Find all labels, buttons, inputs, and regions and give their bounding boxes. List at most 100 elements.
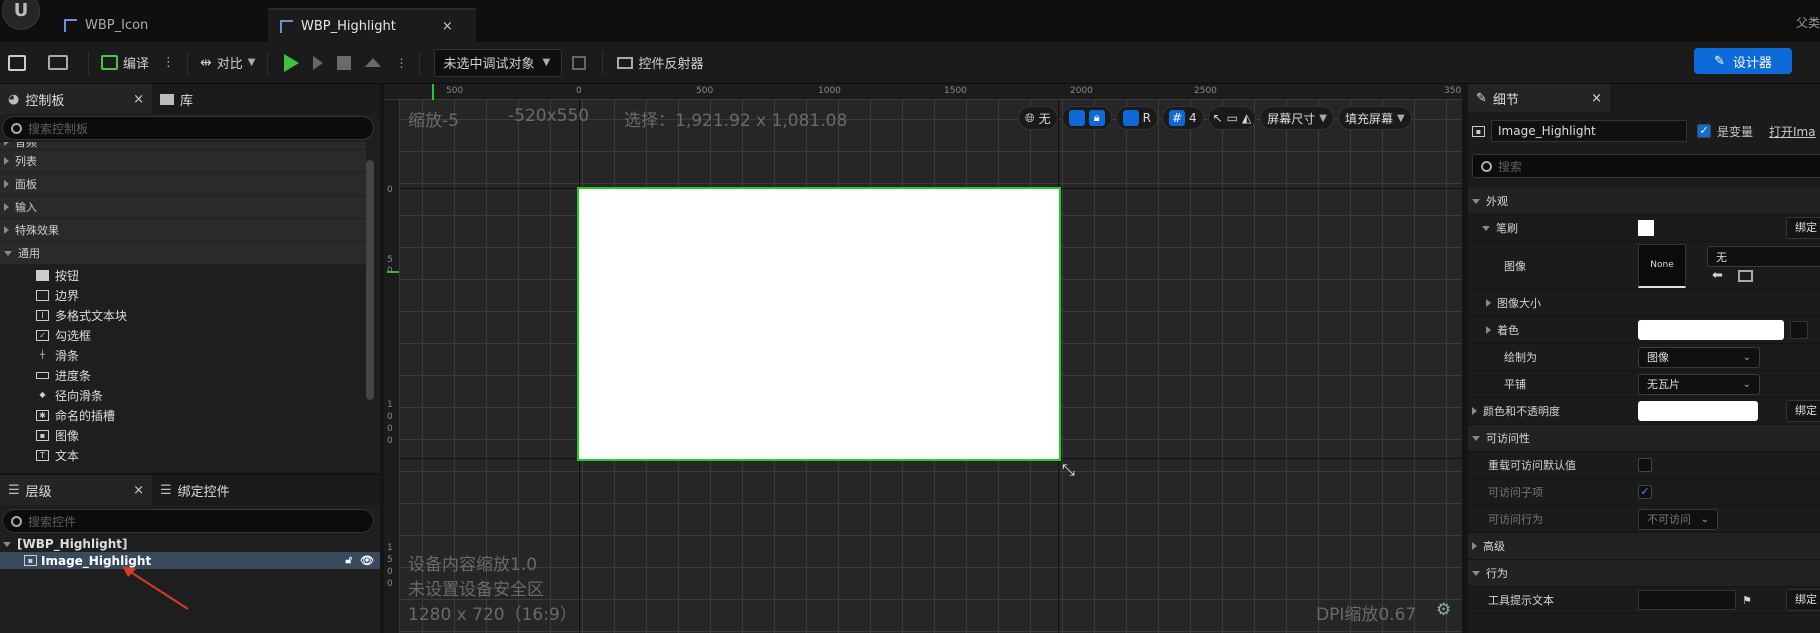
widget-item-progress-bar[interactable]: 进度条 [0,365,366,385]
override-access-checkbox[interactable] [1638,458,1652,472]
hierarchy-tab-label: 层级 [25,484,52,500]
debug-target-label: 未选中调试对象 [443,57,535,72]
widget-item-slider[interactable]: ┼ 滑条 [0,345,366,365]
color-opacity-swatch[interactable] [1638,401,1758,421]
compile-options-icon[interactable]: ⋮ [162,55,175,70]
unreal-logo-icon[interactable]: U [2,0,40,30]
image-thumbnail[interactable]: None [1638,243,1686,288]
section-accessibility[interactable]: 可访问性 [1468,425,1820,452]
section-advanced[interactable]: 高级 [1468,533,1820,560]
hierarchy-search-input[interactable]: 搜索控件 [2,509,374,533]
close-tab-icon[interactable]: × [442,19,453,34]
widget-item-button[interactable]: 按钮 [0,265,366,285]
play-options-icon[interactable]: ⋮ [395,56,407,70]
palette-scrollbar[interactable] [366,160,374,400]
tooltip-text-input[interactable] [1638,590,1736,610]
designer-pencil-icon: ✎ [1714,53,1725,69]
access-children-checkbox[interactable]: ✓ [1638,485,1652,499]
open-image-link[interactable]: 打开Ima [1769,123,1816,140]
image-highlight-widget[interactable] [577,187,1061,461]
category-list[interactable]: 列表 [0,150,366,173]
cursor-coords-label: -520x550 [508,106,590,126]
search-placeholder: 搜索控制板 [28,121,89,136]
close-icon[interactable]: × [133,483,144,498]
draw-as-dropdown[interactable]: 图像 ⌄ [1638,346,1760,368]
tiling-dropdown[interactable]: 无瓦片 ⌄ [1638,373,1760,395]
screen-size-dropdown[interactable]: 屏幕尺寸 ▼ [1260,106,1334,130]
localization-preview-button[interactable]: 🌐︎ 无 [1018,106,1058,130]
debug-target-dropdown[interactable]: 未选中调试对象 ▼ [434,48,563,77]
palette-search-input[interactable]: 搜索控制板 [2,116,374,140]
pencil-icon: ✎ [1476,90,1487,106]
draw-as-label: 绘制为 [1504,351,1537,364]
diff-button[interactable]: ⇹ 对比 ▼ [200,53,255,73]
category-audio[interactable]: 音频 [0,142,366,150]
browse-asset-icon[interactable] [1738,270,1753,282]
dpi-settings-gear-icon[interactable]: ⚙ [1436,600,1451,620]
device-scale-label: 设备内容缩放1.0 [408,555,538,575]
tab-details[interactable]: ✎ 细节 × [1468,84,1610,112]
access-behavior-dropdown[interactable]: 不可访问 ⌄ [1638,508,1718,530]
is-variable-label: 是变量 [1717,124,1754,139]
section-behavior[interactable]: 行为 [1468,560,1820,587]
widget-item-rich-text[interactable]: I 多格式文本块 [0,305,366,325]
tint-color-swatch[interactable] [1638,320,1784,340]
browse-folder-icon[interactable] [48,55,68,70]
widget-item-border[interactable]: 边界 [0,285,366,305]
widget-item-radial-slider[interactable]: ◆ 径向滑条 [0,385,366,405]
tab-wbp-icon[interactable]: WBP_Icon [52,8,160,42]
play-icon[interactable] [284,53,300,72]
resize-handle-icon[interactable]: ⤡ [1062,460,1075,480]
tab-library[interactable]: 库 [152,84,201,114]
grid-snap-toggle[interactable]: #4 [1161,106,1204,130]
preview-options[interactable]: ↖ ▭ ◭ [1207,106,1257,130]
category-special-effects[interactable]: 特殊效果 [0,219,366,242]
eject-icon[interactable] [365,58,382,67]
image-size-label: 图像大小 [1497,297,1541,310]
tint-alpha-swatch[interactable] [1790,321,1808,339]
save-icon[interactable] [8,54,26,71]
lock-icon[interactable]: 🔓︎ [346,555,352,566]
widget-item-image[interactable]: ▪ 图像 [0,425,366,445]
section-appearance[interactable]: 外观 [1468,188,1820,215]
category-common[interactable]: 通用 [0,242,366,265]
use-selected-asset-icon[interactable]: ⬅ [1712,268,1723,283]
respect-locks-toggle[interactable]: 🔒︎ [1061,106,1112,130]
designer-mode-button[interactable]: ✎ 设计器 [1694,48,1792,74]
debug-select-icon[interactable] [572,55,587,70]
step-icon[interactable] [313,55,324,70]
compile-button[interactable]: 编译 ⋮ [101,53,175,72]
image-icon: ▪ [1472,125,1485,137]
stop-icon[interactable] [337,55,352,70]
close-icon[interactable]: × [133,92,144,107]
image-icon: ▪ [36,429,49,441]
bind-color-button[interactable]: 绑定 [1786,400,1820,422]
search-icon [1481,160,1492,172]
close-icon[interactable]: × [1591,91,1602,106]
flag-icon[interactable]: ⚑ [1742,594,1752,607]
category-panel[interactable]: 面板 [0,173,366,196]
widget-reflector-button[interactable]: 控件反射器 [617,53,703,72]
tab-bind-widgets[interactable]: ☰ 绑定控件 [152,475,238,505]
category-input[interactable]: 输入 [0,196,366,219]
tab-wbp-highlight[interactable]: WBP_Highlight × [268,8,476,42]
render-transform-toggle[interactable]: R [1115,106,1158,130]
widget-item-text[interactable]: T 文本 [0,445,366,465]
widget-item-named-slot[interactable]: ✱ 命名的插槽 [0,405,366,425]
widget-name-input[interactable]: Image_Highlight [1491,120,1687,142]
brush-color-swatch[interactable] [1638,220,1654,236]
details-search-input[interactable]: 搜索 [1472,154,1820,178]
image-asset-picker[interactable]: 无 [1707,246,1820,267]
designer-canvas[interactable]: 500 0 500 1000 1500 2000 2500 350 0 5 0 … [384,84,1462,633]
tab-hierarchy[interactable]: ☰ 层级 × [0,475,152,505]
bind-brush-button[interactable]: 绑定 [1786,217,1820,239]
hierarchy-root-row[interactable]: [WBP_Highlight] [0,536,380,552]
fill-screen-dropdown[interactable]: 填充屏幕 ▼ [1337,106,1412,130]
tab-palette[interactable]: ◕ 控制板 × [0,84,152,114]
bind-tooltip-button[interactable]: 绑定 [1786,589,1820,611]
eye-icon[interactable]: 👁︎ [360,554,374,567]
cursor-icon: ↖ [1212,111,1223,125]
is-variable-checkbox[interactable]: ✓ [1697,124,1711,138]
chevron-down-icon: ▼ [542,57,551,68]
widget-item-checkbox[interactable]: ✓ 勾选框 [0,325,366,345]
